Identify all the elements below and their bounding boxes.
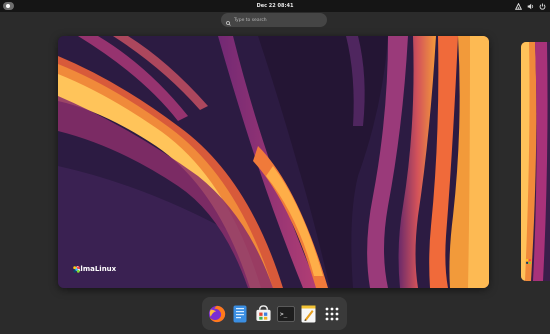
text-editor-icon[interactable] <box>299 304 319 324</box>
almalinux-logo: AlmaLinux <box>72 265 116 273</box>
almalinux-icon <box>525 250 532 269</box>
clock[interactable]: Dec 22 08:41 <box>0 0 550 12</box>
network-icon[interactable] <box>515 2 522 10</box>
search-placeholder: Type to search <box>234 17 267 23</box>
terminal-icon[interactable]: >_ <box>276 304 296 324</box>
files-icon[interactable] <box>230 304 250 324</box>
almalinux-logo-next <box>525 250 532 269</box>
top-bar: Dec 22 08:41 <box>0 0 550 12</box>
wallpaper <box>58 36 489 288</box>
brand-name: AlmaLinux <box>75 265 117 273</box>
search-entry[interactable]: Type to search <box>221 13 327 27</box>
volume-icon[interactable] <box>527 3 534 10</box>
next-workspace-thumbnail[interactable] <box>521 42 550 281</box>
power-icon[interactable] <box>539 3 546 10</box>
firefox-icon[interactable] <box>207 304 227 324</box>
workspace-thumbnail[interactable]: AlmaLinux <box>58 36 489 288</box>
software-icon[interactable] <box>253 304 273 324</box>
dash: >_ <box>202 297 347 330</box>
terminal-prompt: >_ <box>280 311 288 318</box>
search-icon <box>226 11 231 30</box>
wallpaper-next <box>521 42 550 281</box>
system-tray[interactable] <box>515 0 546 12</box>
app-grid-icon[interactable] <box>322 304 342 324</box>
